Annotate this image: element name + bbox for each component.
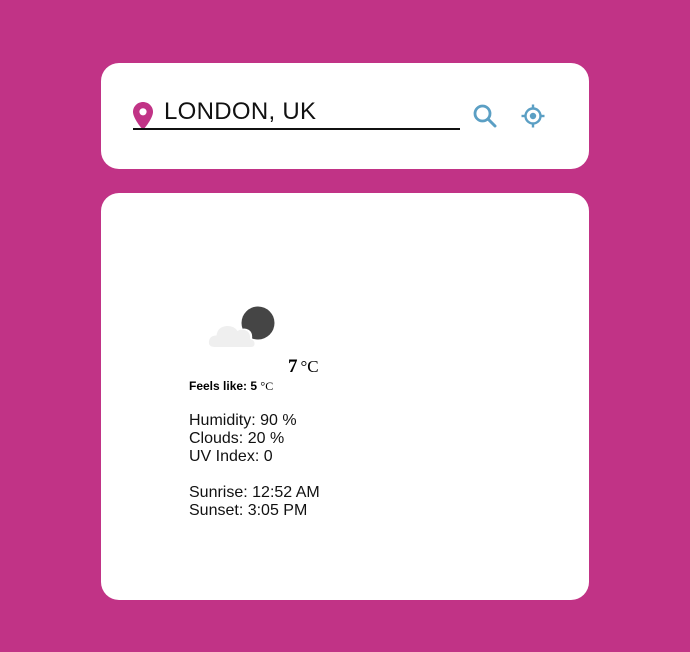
crosshair-icon — [521, 104, 545, 128]
uv-index-text: UV Index: 0 — [189, 448, 273, 465]
feels-like-unit: °C — [260, 379, 274, 393]
search-icon — [473, 104, 497, 128]
weather-details: Humidity: 90 % Clouds: 20 % UV Index: 0 … — [189, 412, 320, 520]
current-location-button[interactable] — [518, 101, 548, 131]
temperature-value: 7 — [288, 356, 298, 377]
temperature-unit: °C — [300, 357, 319, 376]
location-input[interactable] — [133, 96, 460, 130]
search-button[interactable] — [470, 101, 500, 131]
clouds-text: Clouds: 20 % — [189, 430, 285, 447]
feels-like: Feels like: 5 °C — [189, 379, 273, 394]
partly-cloudy-night-icon — [206, 306, 275, 347]
feels-like-value: Feels like: 5 — [189, 379, 258, 393]
humidity-text: Humidity: 90 % — [189, 412, 297, 429]
weather-card: 7 °C Feels like: 5 °C Humidity: 90 % Clou… — [101, 193, 589, 600]
sunset-text: Sunset: 3:05 PM — [189, 502, 308, 519]
search-card — [101, 63, 589, 169]
temperature: 7 °C — [288, 356, 319, 378]
sunrise-text: Sunrise: 12:52 AM — [189, 484, 320, 501]
